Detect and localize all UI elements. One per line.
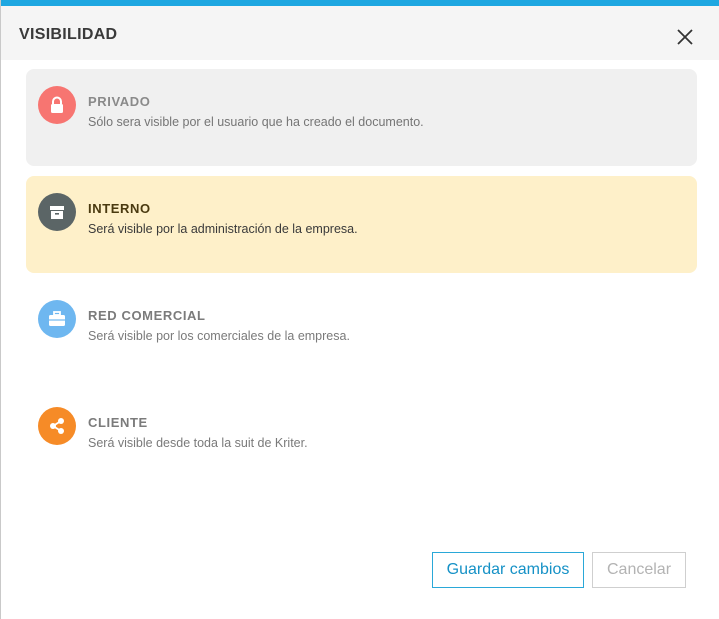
dialog-header: VISIBILIDAD [1,6,719,60]
briefcase-icon [38,300,76,338]
option-cliente[interactable]: CLIENTE Será visible desde toda la suit … [26,390,697,487]
option-title: INTERNO [88,201,151,216]
close-button[interactable] [674,26,696,48]
visibility-dialog: VISIBILIDAD PRIVADO Sólo sera visible po… [0,0,719,619]
save-button[interactable]: Guardar cambios [432,552,584,588]
share-icon [38,407,76,445]
option-description: Sólo sera visible por el usuario que ha … [88,115,424,129]
option-privado[interactable]: PRIVADO Sólo sera visible por el usuario… [26,69,697,166]
option-title: PRIVADO [88,94,151,109]
archive-box-icon [38,193,76,231]
option-title: CLIENTE [88,415,148,430]
option-red-comercial[interactable]: RED COMERCIAL Será visible por los comer… [26,283,697,380]
dialog-title: VISIBILIDAD [19,26,118,43]
option-description: Será visible desde toda la suit de Krite… [88,436,308,450]
option-description: Será visible por la administración de la… [88,222,358,236]
close-icon [677,29,693,45]
option-description: Será visible por los comerciales de la e… [88,329,350,343]
cancel-button[interactable]: Cancelar [592,552,686,588]
lock-icon [38,86,76,124]
option-title: RED COMERCIAL [88,308,206,323]
option-interno[interactable]: INTERNO Será visible por la administraci… [26,176,697,273]
